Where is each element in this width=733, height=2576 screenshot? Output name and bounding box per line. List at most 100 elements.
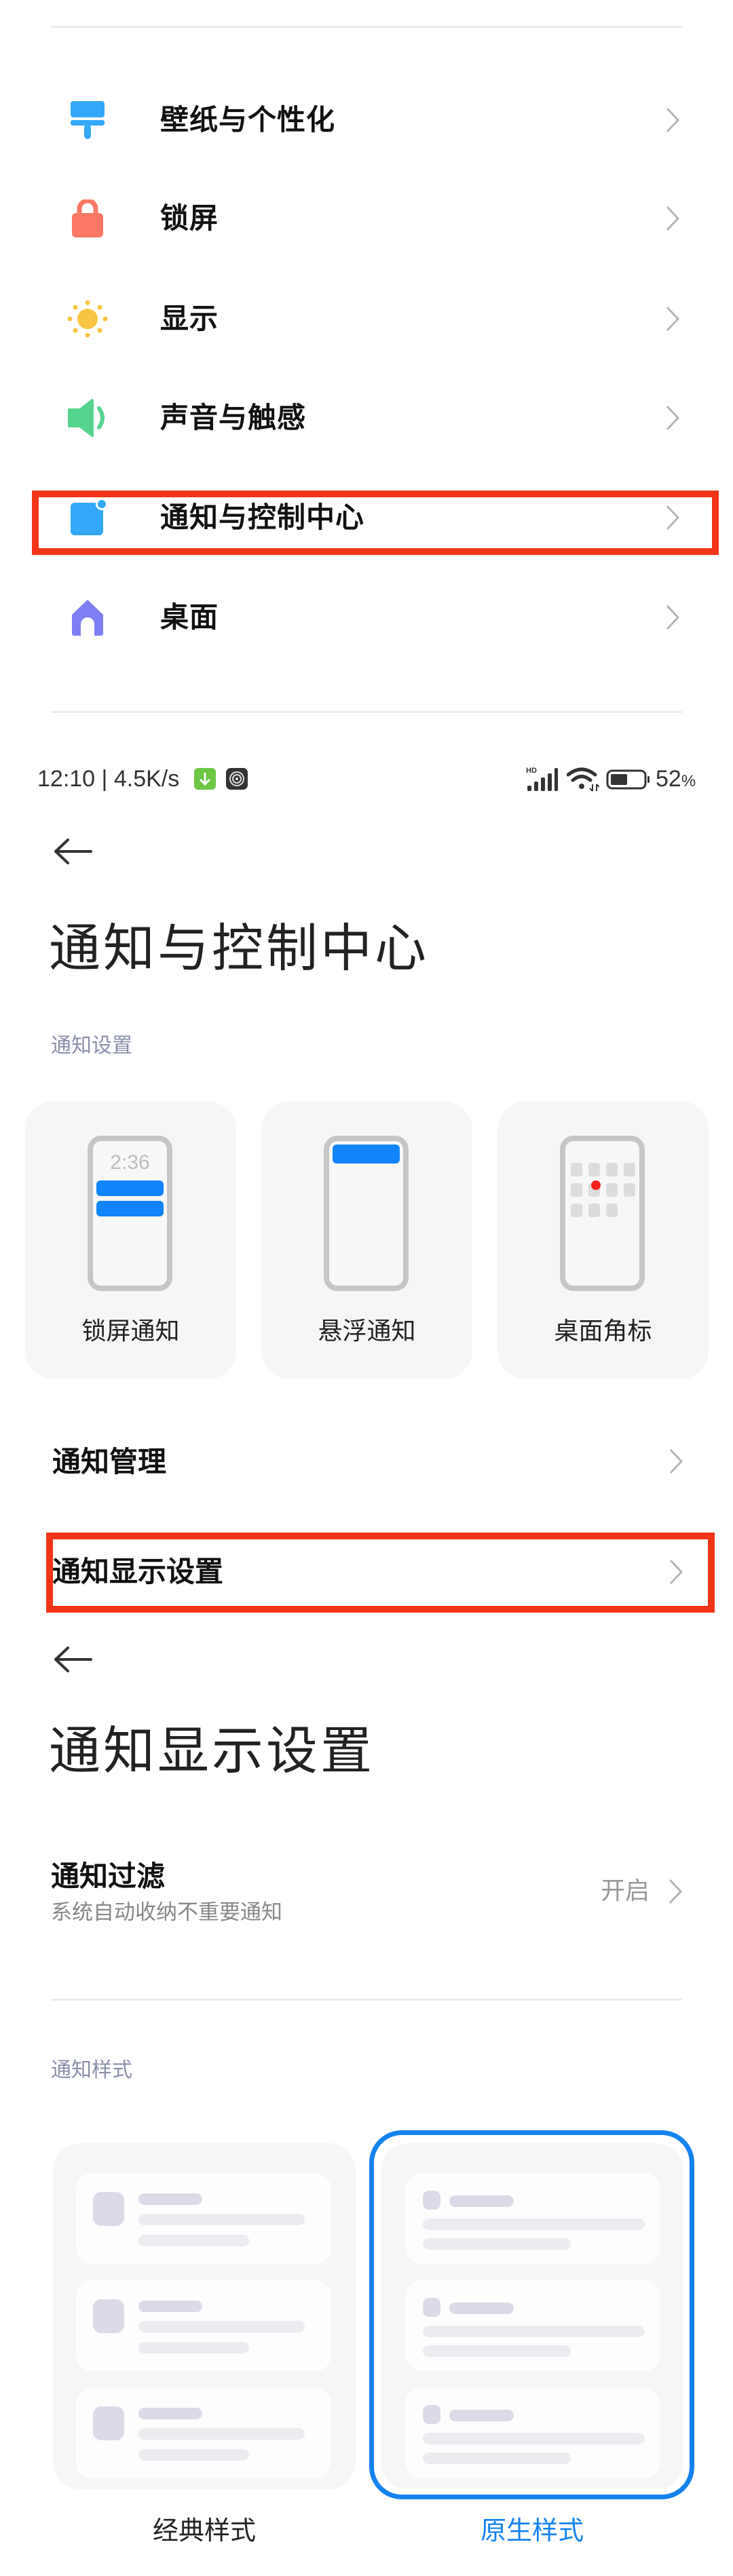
text-placeholder [423, 2238, 571, 2250]
hd-label: HD [526, 767, 537, 775]
download-icon [194, 768, 216, 790]
text-placeholder [138, 2449, 249, 2461]
title-placeholder [449, 2195, 514, 2207]
menu-item-label: 壁纸与个性化 [160, 103, 336, 136]
phone-preview [324, 1136, 409, 1291]
app-icon-placeholder [624, 1183, 635, 1197]
notification-preview [405, 2280, 660, 2371]
highlight-box-notification-display-settings [46, 1533, 715, 1613]
text-placeholder [138, 2321, 305, 2332]
app-icon-placeholder [624, 1163, 635, 1176]
menu-item-display[interactable]: 显示 [0, 285, 733, 353]
back-arrow-button[interactable] [53, 837, 94, 866]
title-placeholder [449, 2410, 514, 2421]
app-icon-placeholder [571, 1183, 582, 1197]
battery-icon [606, 769, 651, 790]
style-option-classic[interactable] [53, 2143, 356, 2489]
app-icon-placeholder [588, 1204, 600, 1217]
app-icon-placeholder [571, 1163, 582, 1176]
text-placeholder [423, 2218, 645, 2230]
app-icon-placeholder [93, 2192, 124, 2226]
chevron-right-icon [665, 205, 680, 232]
text-placeholder [138, 2428, 305, 2440]
text-placeholder [138, 2342, 249, 2353]
chevron-right-icon [665, 107, 680, 134]
menu-item-label: 声音与触感 [160, 401, 307, 434]
app-icon-placeholder [588, 1163, 600, 1176]
battery-percent: 52% [656, 764, 696, 796]
notification-preview [76, 2280, 331, 2371]
lock-icon [65, 198, 110, 237]
bottom-divider [51, 711, 682, 713]
status-time-speed: 12:10 | 4.5K/s [37, 764, 179, 794]
notification-preview [76, 2173, 331, 2264]
text-placeholder [423, 2345, 571, 2357]
page-title: 通知与控制中心 [49, 918, 429, 978]
text-placeholder [138, 2235, 249, 2246]
title-placeholder [138, 2301, 202, 2312]
menu-item-wallpaper[interactable]: 壁纸与个性化 [0, 86, 733, 154]
chevron-right-icon [668, 1878, 683, 1905]
menu-item-label: 桌面 [160, 600, 219, 634]
top-divider [51, 26, 682, 28]
app-icon-placeholder [423, 2191, 440, 2210]
notification-preview [76, 2387, 331, 2478]
badge-dot [591, 1180, 601, 1190]
title-placeholder [138, 2408, 202, 2419]
app-icon-placeholder [93, 2406, 124, 2440]
speaker-icon [65, 399, 110, 437]
menu-item-label: 显示 [160, 302, 219, 335]
text-placeholder [138, 2214, 305, 2225]
row-notification-filter[interactable]: 通知过滤 系统自动收纳不重要通知 开启 [0, 1856, 733, 1930]
app-icon-placeholder [423, 2298, 440, 2317]
section-label-notification-style: 通知样式 [51, 2058, 132, 2082]
floating-notification-bar [333, 1145, 400, 1164]
card-app-badges[interactable]: 桌面角标 [497, 1101, 709, 1379]
section-label-notification-settings: 通知设置 [51, 1034, 132, 1058]
card-label: 桌面角标 [554, 1318, 652, 1345]
status-separator: | [101, 766, 108, 792]
card-label: 悬浮通知 [318, 1318, 416, 1345]
chevron-right-icon [665, 404, 680, 431]
row-notification-management[interactable]: 通知管理 [0, 1431, 733, 1493]
page-title: 通知显示设置 [49, 1720, 375, 1781]
filter-subtitle: 系统自动收纳不重要通知 [51, 1900, 282, 1925]
home-icon [65, 598, 110, 636]
phone-preview: 2:36 [88, 1136, 172, 1291]
menu-item-sound[interactable]: 声音与触感 [0, 384, 733, 452]
chevron-right-icon [669, 1448, 683, 1475]
sun-icon [65, 300, 110, 338]
card-label: 锁屏通知 [81, 1318, 180, 1345]
card-floating-notifications[interactable]: 悬浮通知 [261, 1101, 472, 1379]
status-bar: 12:10 | 4.5K/s HD 52% [0, 764, 733, 795]
wifi-icon [566, 767, 600, 792]
preview-time: 2:36 [110, 1151, 150, 1174]
status-time: 12:10 [37, 766, 96, 792]
hd-signal-icon: HD [526, 765, 559, 792]
battery-value: 52 [656, 766, 681, 792]
menu-item-home-screen[interactable]: 桌面 [0, 583, 733, 651]
wallpaper-brush-icon [65, 101, 110, 139]
menu-item-lock-screen[interactable]: 锁屏 [0, 185, 733, 252]
card-lock-screen-notifications[interactable]: 2:36 锁屏通知 [25, 1101, 236, 1379]
notification-bar [96, 1201, 164, 1216]
notification-preview [405, 2387, 660, 2478]
style-option-native[interactable] [381, 2143, 683, 2489]
notification-bar [96, 1180, 164, 1196]
row-title: 通知管理 [52, 1445, 167, 1478]
title-placeholder [449, 2303, 514, 2314]
chevron-right-icon [665, 604, 680, 631]
filter-title: 通知过滤 [51, 1860, 166, 1893]
title-placeholder [138, 2193, 202, 2205]
section-divider [51, 1999, 682, 2001]
battery-unit: % [681, 772, 696, 790]
text-placeholder [423, 2326, 645, 2337]
app-icon-placeholder [571, 1204, 582, 1217]
app-swirl-icon [226, 768, 248, 790]
style-label-native: 原生样式 [480, 2516, 584, 2545]
back-arrow-button[interactable] [53, 1645, 94, 1674]
app-icon-placeholder [93, 2299, 124, 2333]
menu-item-label: 锁屏 [160, 201, 219, 235]
text-placeholder [423, 2433, 645, 2444]
text-placeholder [423, 2453, 571, 2464]
